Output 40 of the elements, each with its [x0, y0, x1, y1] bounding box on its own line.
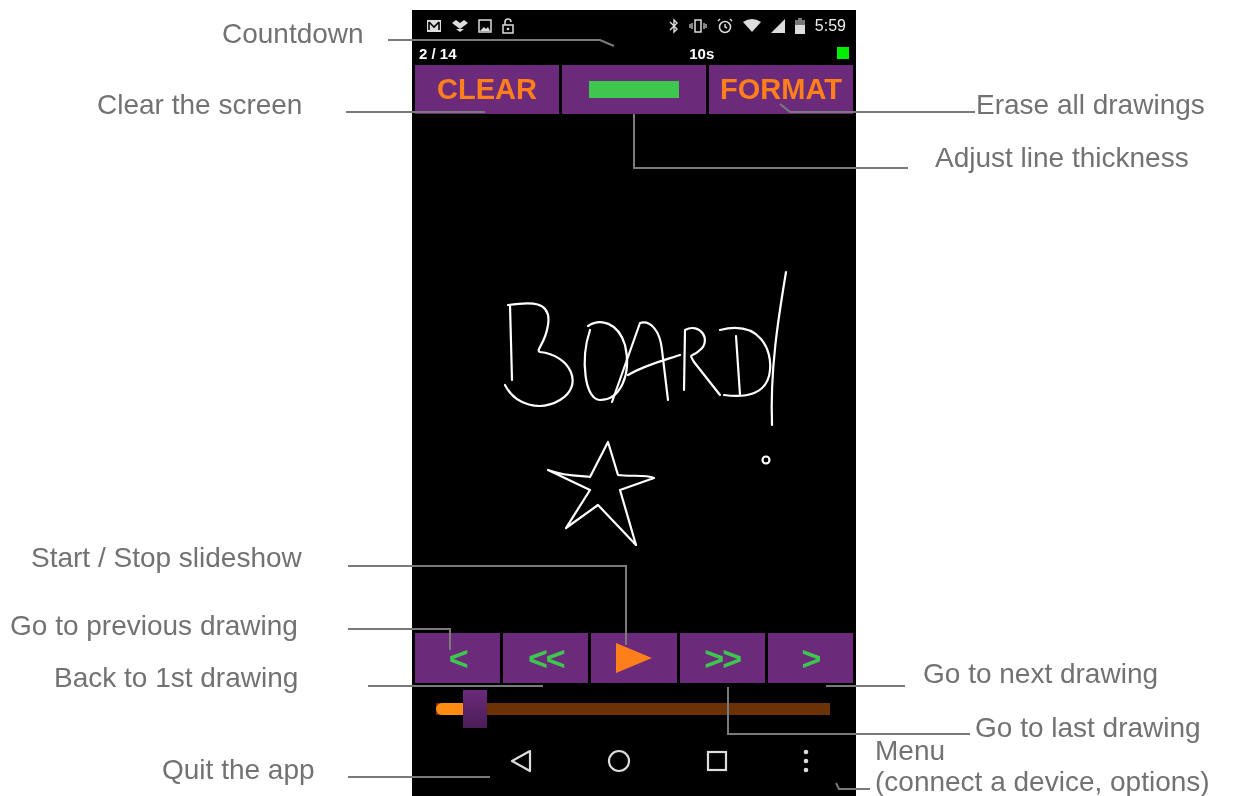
mail-icon — [426, 19, 442, 33]
callout-label: Adjust line thickness — [935, 142, 1189, 174]
slider-thumb[interactable] — [463, 690, 488, 728]
callout-label: Menu — [875, 735, 946, 767]
callout-label: Go to next drawing — [923, 658, 1159, 690]
callout-label: Start / Stop slideshow — [31, 542, 302, 574]
alarm-icon — [716, 18, 733, 34]
drawing-counter: 2 / 14 — [419, 44, 457, 62]
image-icon — [478, 19, 492, 33]
toolbar-button[interactable]: CLEAR — [415, 65, 559, 114]
line-thickness-button[interactable] — [562, 65, 706, 114]
play-button[interactable] — [591, 633, 677, 683]
callout-label: Back to 1st drawing — [54, 662, 299, 694]
callout-label: Quit the app — [162, 754, 315, 786]
menu-icon[interactable] — [802, 748, 809, 773]
play-icon — [615, 643, 653, 673]
navigation-button[interactable]: > — [767, 633, 853, 683]
lock-icon — [502, 18, 514, 34]
wifi-icon — [742, 19, 761, 33]
callout-label: Clear the screen — [97, 89, 303, 121]
countdown-timer: 10s — [689, 44, 715, 62]
callout-label: (connect a device, options) — [875, 766, 1210, 796]
recents-icon[interactable] — [705, 749, 728, 772]
callout-label: Erase all drawings — [976, 89, 1205, 121]
signal-icon — [770, 19, 785, 33]
home-icon[interactable] — [606, 748, 631, 773]
leader-line — [835, 782, 871, 790]
navigation-button[interactable]: < — [415, 633, 501, 683]
vibrate-icon — [688, 19, 707, 33]
clock-time: 5:59 — [814, 17, 846, 35]
callout-label: Go to last drawing — [975, 712, 1201, 744]
box-icon — [452, 19, 468, 33]
bluetooth-icon — [668, 18, 679, 34]
callout-label: Go to previous drawing — [10, 610, 298, 642]
callout-label: Countdown — [222, 18, 364, 50]
navigation-button[interactable]: << — [503, 633, 589, 683]
back-icon[interactable] — [509, 748, 532, 773]
navigation-button[interactable]: >> — [679, 633, 765, 683]
toolbar-button[interactable]: FORMAT — [709, 65, 853, 114]
battery-icon — [794, 18, 805, 34]
